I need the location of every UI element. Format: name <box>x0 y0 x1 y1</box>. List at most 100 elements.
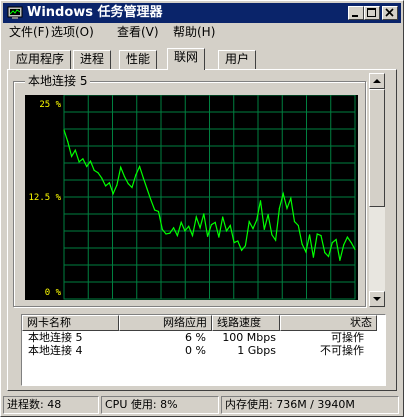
adapter-name: 本地连接 5 <box>28 331 83 344</box>
data-point <box>154 209 156 211</box>
menu-options[interactable]: 选项(O) <box>51 25 94 39</box>
data-point <box>343 244 345 246</box>
tab-processes[interactable]: 进程 <box>73 50 112 69</box>
data-point <box>150 199 152 201</box>
utilization-value: 6 % <box>185 331 206 344</box>
data-point <box>335 238 337 241</box>
data-point <box>146 188 148 190</box>
data-point <box>354 248 356 251</box>
data-point <box>139 165 141 168</box>
data-point <box>116 184 118 186</box>
arrow-down-icon <box>373 297 381 301</box>
data-point <box>309 234 311 236</box>
data-point <box>271 234 273 236</box>
data-point <box>195 216 197 218</box>
column-header-adapter-name[interactable]: 网卡名称 <box>22 315 119 331</box>
vertical-scrollbar[interactable] <box>369 73 385 307</box>
data-point <box>248 221 250 223</box>
column-header-utilization[interactable]: 网络应用 <box>119 315 212 331</box>
data-point <box>286 207 288 209</box>
data-point <box>324 252 326 254</box>
maximize-button[interactable] <box>364 6 380 20</box>
data-point <box>316 233 318 235</box>
data-point <box>301 243 303 245</box>
tab-performance[interactable]: 性能 <box>119 50 158 69</box>
close-icon <box>385 8 394 17</box>
data-point <box>256 219 258 221</box>
tab-networking[interactable]: 联网 <box>167 48 206 70</box>
data-point <box>63 129 65 131</box>
state-value: 不可操作 <box>320 344 364 357</box>
data-point <box>173 227 175 229</box>
data-point <box>207 235 209 237</box>
data-point <box>89 160 92 162</box>
tab-applications[interactable]: 应用程序 <box>9 50 72 69</box>
data-point <box>97 172 99 174</box>
y-tick-label: 25 % <box>39 100 61 110</box>
data-point <box>278 207 280 209</box>
data-point <box>101 177 103 179</box>
y-tick-label: 12.5 % <box>28 193 61 203</box>
data-point <box>169 232 171 234</box>
task-manager-window: Windows 任务管理器 文件(F) 选项(O) 查看(V) 帮助(H) 应用… <box>0 0 404 417</box>
data-point <box>161 228 163 230</box>
data-point <box>105 185 107 187</box>
data-point <box>184 230 186 232</box>
window-title: Windows 任务管理器 <box>27 5 163 20</box>
data-point <box>214 221 216 223</box>
minimize-button[interactable] <box>348 6 364 20</box>
menu-bar: 文件(F) 选项(O) 查看(V) 帮助(H) <box>3 23 401 41</box>
data-point <box>180 221 182 223</box>
data-point <box>82 158 84 160</box>
data-point <box>112 193 114 195</box>
status-cpu-usage: CPU 使用: 8% <box>101 396 219 414</box>
scroll-down-button[interactable] <box>369 291 385 307</box>
scroll-thumb[interactable] <box>369 89 385 207</box>
column-header-link-speed[interactable]: 线路速度 <box>212 315 280 331</box>
graph-label: 本地连接 5 <box>25 74 91 88</box>
column-header-state[interactable]: 状态 <box>280 315 377 331</box>
adapter-list[interactable]: 网卡名称 网络应用 线路速度 状态 本地连接 5 6 % 100 Mbps 可操… <box>21 314 386 386</box>
minimize-icon <box>352 15 358 17</box>
title-bar[interactable]: Windows 任务管理器 <box>3 3 401 23</box>
close-button[interactable] <box>382 6 398 20</box>
data-point <box>165 233 167 235</box>
tab-users[interactable]: 用户 <box>218 50 257 69</box>
network-utilization-graph: 25 % 12.5 % 0 % <box>25 95 358 300</box>
data-point <box>218 236 220 238</box>
data-point <box>346 236 348 238</box>
data-point <box>267 214 269 216</box>
data-point <box>222 216 224 218</box>
data-point <box>225 230 228 232</box>
data-point <box>350 242 352 244</box>
task-manager-icon <box>7 6 23 19</box>
data-point <box>241 249 243 251</box>
data-point <box>275 239 277 241</box>
data-point <box>331 242 333 244</box>
data-point <box>86 165 88 168</box>
menu-view[interactable]: 查看(V) <box>117 25 159 39</box>
menu-file[interactable]: 文件(F) <box>9 25 49 39</box>
data-point <box>252 228 254 230</box>
data-point <box>320 235 322 237</box>
data-point <box>305 251 307 253</box>
data-point <box>290 197 292 199</box>
menu-help[interactable]: 帮助(H) <box>173 25 215 39</box>
link-speed-value: 100 Mbps <box>222 331 276 344</box>
data-point <box>135 174 137 176</box>
state-value: 可操作 <box>331 331 364 344</box>
adapter-name: 本地连接 4 <box>28 344 83 357</box>
data-point <box>120 166 122 168</box>
data-point <box>142 177 144 179</box>
scroll-up-button[interactable] <box>369 73 385 89</box>
utilization-value: 0 % <box>185 344 206 357</box>
data-point <box>93 169 95 171</box>
arrow-up-icon <box>373 79 381 83</box>
y-tick-label: 0 % <box>45 288 62 298</box>
data-point <box>233 242 235 244</box>
data-point <box>203 213 205 215</box>
data-point <box>188 225 190 227</box>
data-point <box>127 183 129 185</box>
status-bar: 进程数: 48 CPU 使用: 8% 内存使用: 736M / 3940M <box>3 395 401 415</box>
maximize-icon <box>367 8 376 17</box>
